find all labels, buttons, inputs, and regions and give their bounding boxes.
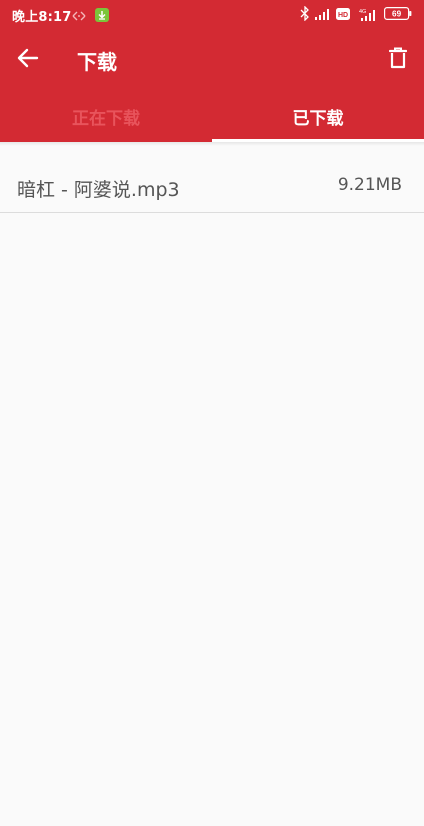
- tab-downloaded-label: 已下载: [292, 108, 344, 129]
- status-time: 晚上8:17: [12, 10, 72, 25]
- list-item[interactable]: 暗杠 - 阿婆说.mp3 9.21MB: [0, 146, 424, 213]
- download-notification-icon: [95, 7, 109, 26]
- download-screen: 晚上8:17 HD 4G 69 下载 正在下载 已下载 暗杠 - 阿婆说.mp3…: [0, 0, 424, 826]
- sync-icon: [72, 7, 86, 26]
- tab-downloading[interactable]: 正在下载: [0, 90, 212, 142]
- back-button[interactable]: [12, 45, 44, 75]
- toolbar: 下载: [0, 30, 424, 90]
- status-left-icons: [72, 7, 109, 26]
- signal-4g-icon: 4G: [355, 7, 379, 21]
- delete-button[interactable]: [384, 45, 412, 75]
- file-name: 暗杠 - 阿婆说.mp3: [17, 179, 180, 201]
- page-title: 下载: [77, 50, 117, 74]
- status-bar: 晚上8:17 HD 4G 69: [0, 0, 424, 30]
- download-list: 暗杠 - 阿婆说.mp3 9.21MB: [0, 142, 424, 213]
- tab-bar: 正在下载 已下载: [0, 90, 424, 142]
- status-right-icons: HD 4G 69: [300, 6, 412, 21]
- arrow-left-icon: [17, 48, 39, 72]
- trash-icon: [388, 47, 408, 73]
- svg-text:4G: 4G: [359, 9, 366, 15]
- tab-downloaded[interactable]: 已下载: [212, 90, 424, 142]
- file-size: 9.21MB: [337, 175, 402, 195]
- bluetooth-icon: [300, 6, 310, 21]
- svg-text:HD: HD: [338, 12, 348, 19]
- battery-icon: 69: [384, 7, 412, 20]
- svg-text:69: 69: [392, 10, 402, 19]
- tab-downloading-label: 正在下载: [72, 108, 140, 129]
- signal-icon: [315, 8, 331, 20]
- hd-icon: HD: [336, 7, 350, 20]
